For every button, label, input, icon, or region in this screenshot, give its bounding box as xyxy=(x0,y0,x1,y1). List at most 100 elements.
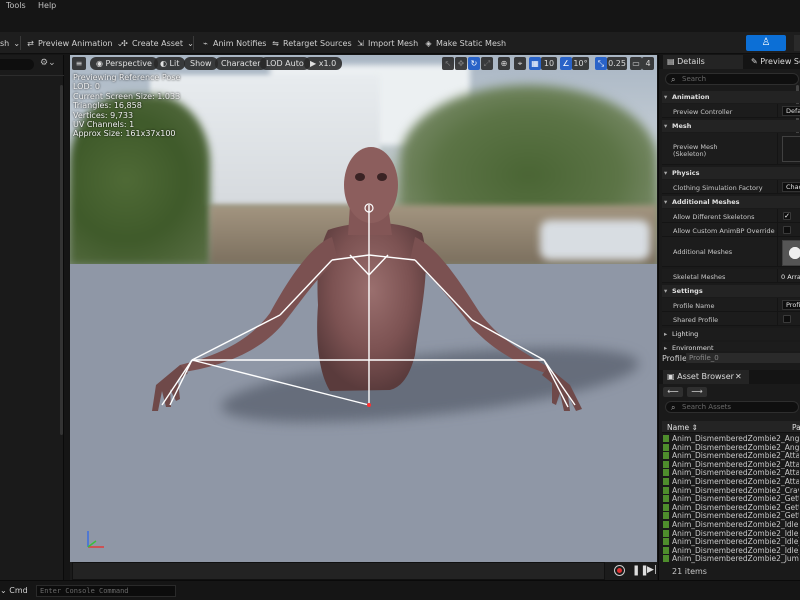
divider xyxy=(777,269,778,282)
cmd-dropdown[interactable]: ⌄ Cmd xyxy=(0,586,28,595)
asset-list-item[interactable]: Anim_DismemberedZombie2_Crav //A xyxy=(663,486,799,496)
rotation-snap-icon[interactable]: ∠ xyxy=(560,57,572,70)
section-settings[interactable]: Settings xyxy=(662,285,800,297)
toolbar-overflow[interactable] xyxy=(794,35,800,51)
asset-list-item[interactable]: Anim_DismemberedZombie2_Gett //A xyxy=(663,503,799,513)
column-header-name[interactable]: Name ⇕ xyxy=(667,423,698,432)
asset-name: Anim_DismemberedZombie2_Idle_ // xyxy=(672,538,799,547)
playback-speed-button[interactable]: ▶ x1.0 xyxy=(304,57,343,70)
perspective-button[interactable]: ◉ Perspective xyxy=(90,57,158,70)
anim-notifies-button[interactable]: ⌁ Anim Notifies xyxy=(201,36,266,50)
menu-help[interactable]: Help xyxy=(38,1,56,10)
create-asset-label: Create Asset xyxy=(132,38,183,48)
console-input[interactable]: Enter Console Command xyxy=(36,585,176,597)
asset-list-item[interactable]: Anim_DismemberedZombie2_Atta //A xyxy=(663,469,799,478)
back-button[interactable]: ⟵ xyxy=(663,387,683,397)
viewport[interactable]: ≡ ◉ Perspective ◐ Lit Show Character LOD… xyxy=(70,55,657,562)
stat-line: LOD: 0 xyxy=(73,82,100,92)
animation-asset-icon xyxy=(663,478,669,485)
column-header-path[interactable]: Pa xyxy=(792,423,800,432)
shared-profile-checkbox[interactable] xyxy=(783,315,791,323)
asset-name: Anim_DismemberedZombie2_Ang: // xyxy=(672,435,799,443)
mesh-dropdown[interactable]: sh ⌄ xyxy=(0,36,21,50)
translate-mode-icon[interactable]: ✥ xyxy=(455,57,467,70)
preview-animation-button[interactable]: ⇄ Preview Animation ⌄ xyxy=(26,36,124,50)
animation-asset-icon xyxy=(663,443,669,451)
close-icon[interactable]: ✕ xyxy=(735,370,742,384)
section-mesh[interactable]: Mesh xyxy=(662,120,800,132)
allow-custom-animbp-checkbox[interactable] xyxy=(783,226,791,234)
scrollbar[interactable] xyxy=(60,85,63,435)
character-mode-button[interactable]: ♙ xyxy=(746,35,786,51)
surface-snap-icon[interactable]: ⌖ xyxy=(514,57,526,70)
gear-icon[interactable]: ⚙⌄ xyxy=(40,58,56,68)
import-mesh-button[interactable]: ⇲ Import Mesh xyxy=(356,36,418,50)
allow-different-skeletons-checkbox[interactable]: ✓ xyxy=(783,212,791,220)
asset-list-item[interactable]: Anim_DismemberedZombie2_Atta //A xyxy=(663,478,799,487)
asset-browser-nav: ⟵ ⟶ xyxy=(663,387,709,397)
character-button[interactable]: Character xyxy=(215,57,267,70)
create-asset-button[interactable]: ✣ Create Asset ⌄ xyxy=(120,36,195,50)
asset-list-header: Name ⇕ Pa xyxy=(662,421,800,433)
retarget-sources-button[interactable]: ⇋ Retarget Sources xyxy=(271,36,352,50)
timeline-track[interactable] xyxy=(72,562,605,580)
tab-asset-browser[interactable]: ▣ Asset Browser ✕ xyxy=(663,370,749,384)
menu-tools[interactable]: Tools xyxy=(6,1,26,10)
section-environment[interactable]: Environment xyxy=(662,342,800,351)
preview-mesh-thumbnail[interactable] xyxy=(782,136,800,162)
lod-button[interactable]: LOD Auto xyxy=(260,57,310,70)
scale-mode-icon[interactable]: ⤢ xyxy=(481,57,493,70)
grid-snap-icon[interactable]: ▦ xyxy=(529,57,541,70)
asset-search-input[interactable]: ⌕ Search Assets xyxy=(665,401,799,413)
scale-snap-icon[interactable]: ⤡ xyxy=(595,57,607,70)
asset-list-item[interactable]: Anim_DismemberedZombie2_Idle_ // xyxy=(663,529,799,539)
grid-snap-value[interactable]: 10 xyxy=(541,57,557,70)
world-space-icon[interactable]: ⊕ xyxy=(498,57,510,70)
make-static-mesh-button[interactable]: ◈ Make Static Mesh xyxy=(424,36,506,50)
forward-button[interactable]: ⟶ xyxy=(687,387,707,397)
viewport-menu-button[interactable]: ≡ xyxy=(72,57,86,70)
notify-icon: ⌁ xyxy=(203,38,208,48)
asset-list-item[interactable]: Anim_DismemberedZombie2_Idle_ // xyxy=(663,538,799,547)
asset-list-item[interactable]: Anim_DismemberedZombie2_Ang: // xyxy=(663,435,799,444)
section-additional-meshes[interactable]: Additional Meshes xyxy=(662,196,800,208)
profile-name-input[interactable]: Profile xyxy=(782,300,800,310)
tab-details[interactable]: ▤ Details xyxy=(663,55,743,69)
tab-details-label: Details xyxy=(677,57,705,66)
asset-list-item[interactable]: Anim_DismemberedZombie2_Atta //A xyxy=(663,452,799,461)
preview-controller-dropdown[interactable]: Defa xyxy=(782,106,800,116)
asset-list-item[interactable]: Anim_DismemberedZombie2_Jum // xyxy=(663,555,799,564)
asset-list-item[interactable]: Anim_DismemberedZombie2_Idle_ // xyxy=(663,546,799,556)
property-label: Shared Profile xyxy=(673,316,719,324)
asset-list-item[interactable]: Anim_DismemberedZombie2_Idle //A xyxy=(663,521,799,530)
asset-list-item[interactable]: Anim_DismemberedZombie2_Ang: // xyxy=(663,443,799,453)
camera-speed-icon[interactable]: ▭ xyxy=(630,57,642,70)
rotate-mode-icon[interactable]: ↻ xyxy=(468,57,480,70)
additional-meshes-thumbnail[interactable] xyxy=(782,240,800,266)
skip-forward-button[interactable]: ▶| xyxy=(647,565,657,575)
show-button[interactable]: Show xyxy=(184,57,218,70)
asset-list-item[interactable]: Anim_DismemberedZombie2_Gett //A xyxy=(663,512,799,521)
section-animation[interactable]: Animation xyxy=(662,91,800,103)
scale-snap-value[interactable]: 0.25 xyxy=(607,57,627,70)
menu-bar: Tools Help xyxy=(0,0,800,12)
character-label: Character xyxy=(221,59,261,68)
tab-preview-scene[interactable]: ✎ Preview Sce xyxy=(747,55,800,69)
rotation-snap-value[interactable]: 10° xyxy=(572,57,589,70)
profile-select[interactable]: Profile_0 xyxy=(686,353,800,363)
select-mode-icon[interactable]: ↖ xyxy=(442,57,454,70)
animation-asset-icon xyxy=(663,469,669,477)
asset-list-item[interactable]: Anim_DismemberedZombie2_Gett // xyxy=(663,495,799,504)
animation-asset-icon xyxy=(663,486,669,494)
details-search-input[interactable]: ⌕ Search xyxy=(665,73,799,85)
section-physics[interactable]: Physics xyxy=(662,167,800,179)
property-label: Allow Custom AnimBP Override xyxy=(673,227,775,235)
camera-speed-value[interactable]: 4 xyxy=(642,57,654,70)
record-button[interactable] xyxy=(614,565,625,576)
skeleton-search-input[interactable] xyxy=(0,59,34,70)
lit-button[interactable]: ◐ Lit xyxy=(154,57,186,70)
lit-label: Lit xyxy=(169,59,180,68)
section-lighting[interactable]: Lighting xyxy=(662,328,800,340)
asset-list-item[interactable]: Anim_DismemberedZombie2_Atta //A xyxy=(663,460,799,470)
clothing-sim-dropdown[interactable]: Chao xyxy=(782,182,800,192)
